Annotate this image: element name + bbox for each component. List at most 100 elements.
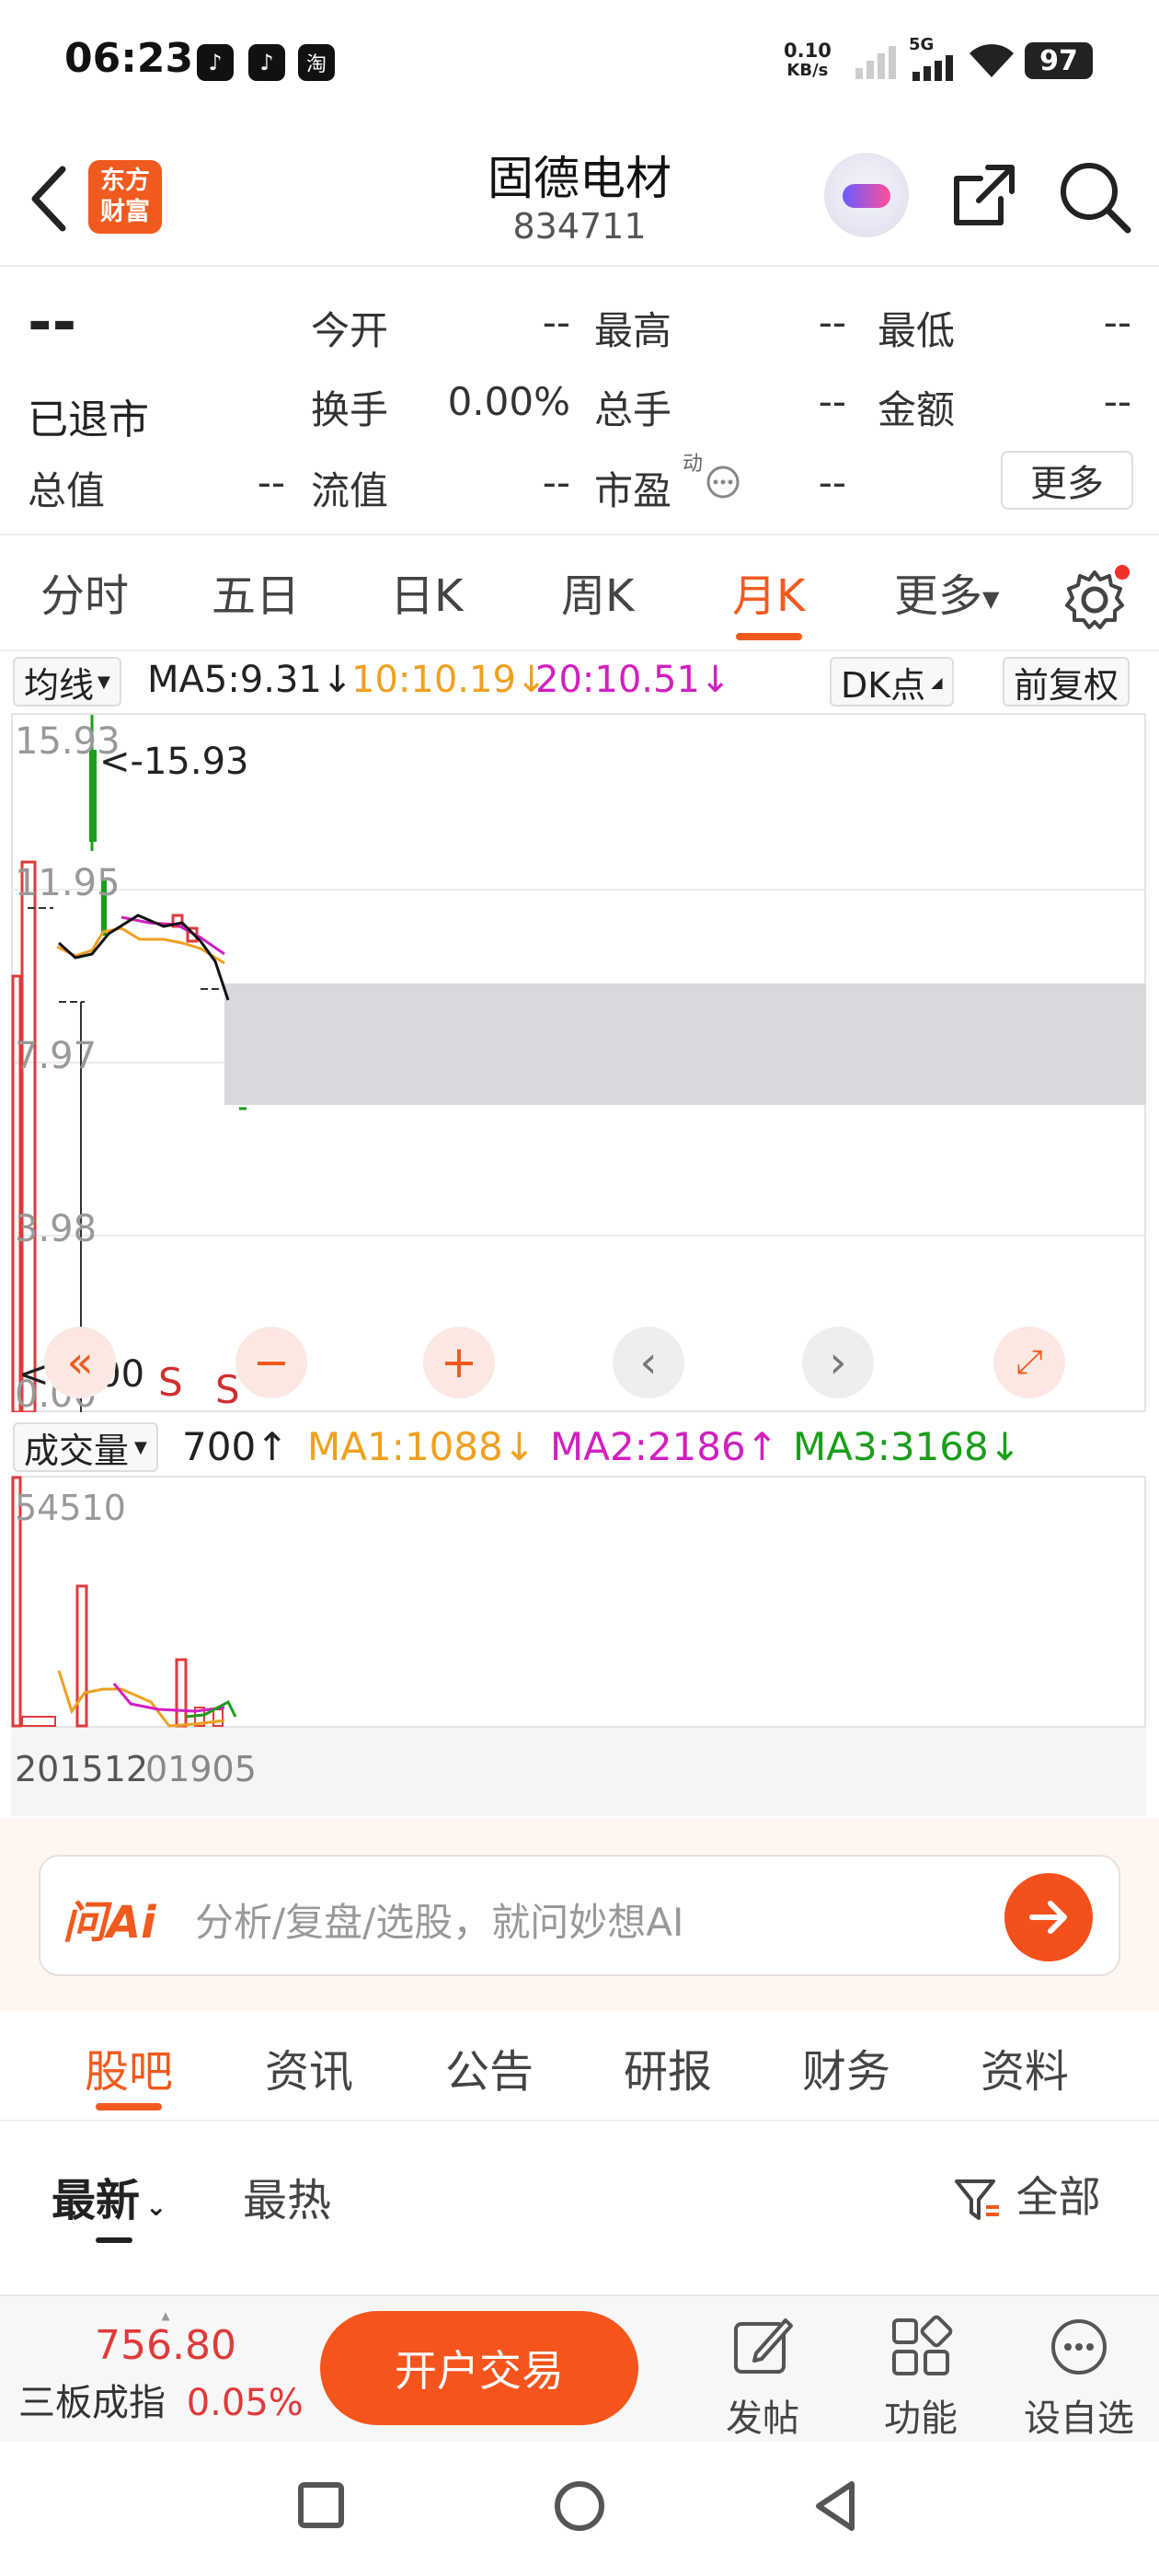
active-tab-indicator: [96, 2103, 162, 2110]
ma-indicator-row: 均线 ▼ MA5:9.31↓ 10:10.19↓ 20:10.51↓ DK点 ◢ 前…: [0, 655, 1159, 708]
filter-all-button[interactable]: 全部: [953, 2164, 1101, 2225]
vol-ma3-value: MA3:3168↓: [793, 1424, 1021, 1469]
ai-search-area: 问Ai 分析/复盘/选股，就问妙想AI: [0, 1818, 1159, 2011]
tab-more[interactable]: 更多▼: [894, 559, 999, 624]
caret-down-icon: ▼: [98, 672, 110, 692]
filter-icon: [955, 2179, 999, 2220]
max-price-label: <-15.93: [99, 741, 248, 783]
douyin-icon: ♪: [197, 44, 234, 81]
float-value-label: 流值: [311, 468, 389, 513]
ai-assistant-icon[interactable]: [824, 153, 909, 237]
tab-intraday[interactable]: 分时: [40, 559, 129, 624]
volume-indicator-row: 成交量 ▼ 700↑ MA1:1088↓ MA2:2186↑ MA3:3168↓: [0, 1420, 1159, 1472]
status-bar: 06:23 ♪ ♪ 淘 0.10 KB/s 5G 97: [0, 0, 1159, 129]
post-button[interactable]: 发帖: [723, 2315, 802, 2442]
net-speed: 0.10 KB/s: [784, 40, 832, 80]
pe-value: --: [818, 460, 846, 505]
index-change: 0.05%: [186, 2382, 304, 2424]
ai-brand-logo: 问Ai: [63, 1897, 156, 1949]
info-dots-icon[interactable]: [705, 464, 741, 500]
sort-hot[interactable]: 最热: [243, 2164, 331, 2228]
dk-point-selector[interactable]: DK点 ◢: [830, 657, 954, 707]
tab-guba[interactable]: 股吧: [85, 2035, 173, 2099]
turnover-value: 0.00%: [447, 379, 570, 424]
tab-research[interactable]: 研报: [624, 2035, 712, 2099]
wifi-icon: [970, 44, 1014, 77]
amount-label: 金额: [878, 387, 956, 432]
tab-news[interactable]: 资讯: [265, 2035, 353, 2099]
volume-value: 700↑: [182, 1424, 289, 1469]
search-icon[interactable]: [1056, 158, 1133, 236]
ma10-value: 10:10.19↓: [351, 659, 547, 701]
chevron-right-icon: ›: [829, 1337, 847, 1388]
jump-start-button[interactable]: «: [44, 1327, 116, 1398]
arrow-right-icon: [1029, 1901, 1067, 1934]
share-icon[interactable]: [947, 158, 1021, 232]
y-axis-label: 11.95: [15, 862, 120, 904]
amount-value: --: [1103, 379, 1131, 424]
pe-dynamic-mark: 动: [683, 453, 704, 476]
edit-post-icon: [734, 2318, 793, 2374]
more-quote-button[interactable]: 更多: [1001, 451, 1133, 510]
douyin-icon: ♪: [248, 44, 285, 81]
grid-apps-icon: [892, 2315, 953, 2375]
high-label: 最高: [594, 308, 672, 353]
tab-weekly-k[interactable]: 周K: [561, 559, 634, 624]
low-value: --: [1103, 300, 1131, 345]
high-value: --: [818, 300, 846, 345]
index-value: 756.80: [95, 2322, 236, 2369]
settings-gear-icon[interactable]: [1061, 563, 1131, 633]
more-dots-icon: [1051, 2319, 1107, 2375]
scroll-left-button[interactable]: ‹: [613, 1327, 684, 1398]
tab-five-day[interactable]: 五日: [212, 559, 300, 624]
quote-panel: -- 已退市 今开 -- 最高 -- 最低 -- 换手 0.00% 总手 -- …: [0, 267, 1159, 535]
recents-square-icon[interactable]: [296, 2480, 348, 2532]
caret-down-icon: ▼: [982, 586, 1000, 612]
ma-selector[interactable]: 均线 ▼: [13, 657, 121, 707]
back-triangle-icon[interactable]: [809, 2478, 865, 2534]
kline-chart[interactable]: 15.93 11.95 7.97 3.98 0.00 <-15.93 <-0.0…: [11, 713, 1146, 1412]
tab-profile[interactable]: 资料: [981, 2035, 1069, 2099]
open-label: 今开: [311, 308, 389, 353]
y-axis-label: 7.97: [15, 1035, 97, 1077]
tab-announcements[interactable]: 公告: [445, 2035, 534, 2099]
network-type: 5G: [909, 35, 935, 54]
volume-chart[interactable]: 54510 201512 01905: [11, 1476, 1146, 1816]
sell-marker: S: [158, 1360, 183, 1405]
tab-finance[interactable]: 财务: [802, 2035, 890, 2099]
expand-icon: ⤢: [1016, 1343, 1043, 1381]
open-value: --: [542, 300, 570, 345]
function-button[interactable]: 功能: [879, 2315, 962, 2442]
ai-submit-button[interactable]: [1004, 1873, 1093, 1961]
open-account-trade-button[interactable]: 开户交易: [320, 2311, 638, 2425]
plus-icon: +: [440, 1337, 478, 1388]
sort-latest[interactable]: 最新 ⌄: [52, 2164, 166, 2228]
candle: [89, 750, 97, 842]
signal-weak-icon: [855, 46, 896, 79]
forward-adjust-button[interactable]: 前复权: [1003, 657, 1130, 707]
date-end-label: 01905: [145, 1749, 257, 1789]
volume-selector[interactable]: 成交量 ▼: [13, 1422, 158, 1472]
volume-label: 总手: [594, 387, 672, 432]
chart-placeholder-band: [224, 983, 1146, 1105]
fullscreen-button[interactable]: ⤢: [993, 1327, 1065, 1398]
vol-ma1-value: MA1:1088↓: [307, 1424, 535, 1469]
index-ticker[interactable]: ▲ 756.80 三板成指 0.05%: [18, 2309, 313, 2426]
add-watchlist-button[interactable]: 设自选: [1019, 2315, 1139, 2442]
battery-indicator: 97: [1025, 42, 1093, 79]
zoom-in-button[interactable]: +: [423, 1327, 495, 1398]
ai-search-box[interactable]: 问Ai 分析/复盘/选股，就问妙想AI: [39, 1855, 1120, 1976]
tab-daily-k[interactable]: 日K: [390, 559, 463, 624]
tab-monthly-k[interactable]: 月K: [732, 559, 805, 624]
caret-down-icon: ▼: [134, 1437, 147, 1457]
chevron-left-icon: ‹: [639, 1337, 658, 1388]
y-axis-label: 3.98: [15, 1208, 97, 1250]
home-circle-icon[interactable]: [552, 2478, 607, 2534]
index-name: 三板成指: [18, 2382, 166, 2424]
scroll-right-button[interactable]: ›: [802, 1327, 874, 1398]
total-value-value: --: [257, 460, 285, 505]
system-navigation-bar: [0, 2442, 1159, 2576]
low-label: 最低: [878, 308, 956, 353]
ma5-value: MA5:9.31↓: [147, 659, 353, 701]
zoom-out-button[interactable]: −: [235, 1327, 307, 1398]
